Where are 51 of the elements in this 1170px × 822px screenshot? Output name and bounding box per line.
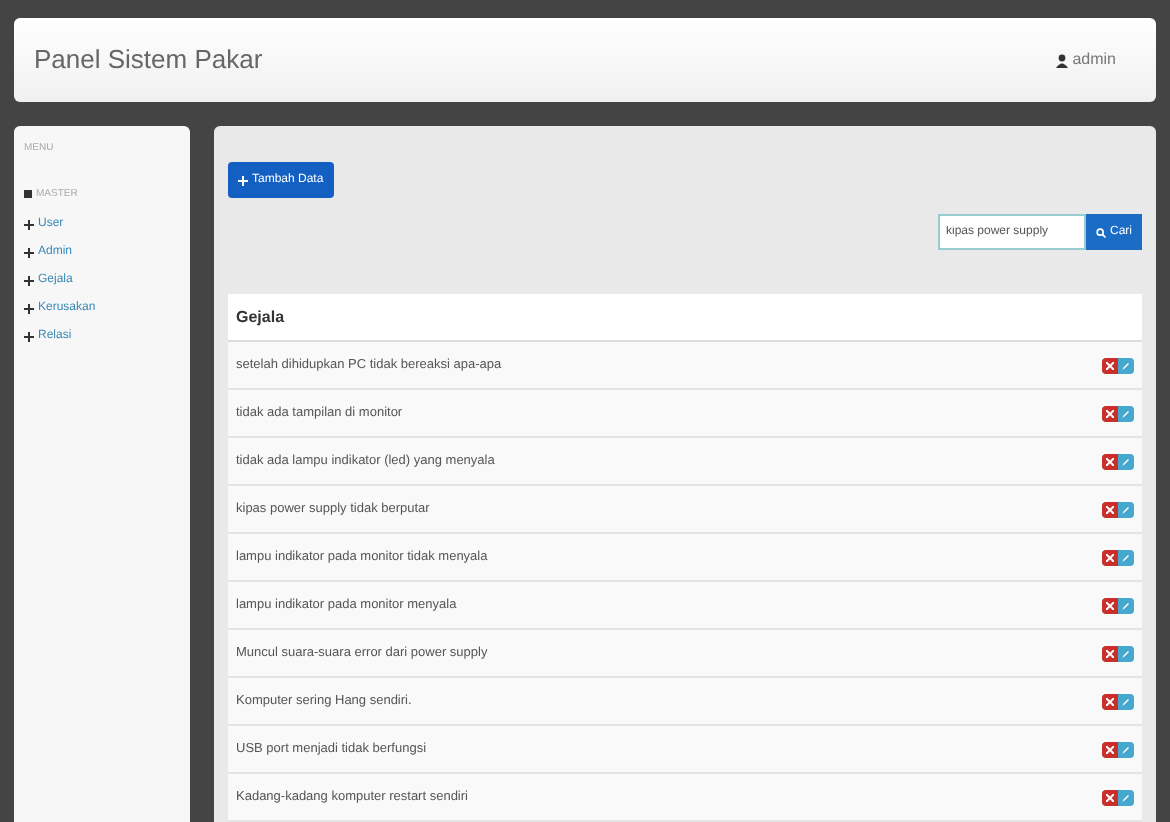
plus-icon bbox=[24, 304, 34, 314]
delete-button[interactable] bbox=[1102, 741, 1118, 757]
pencil-icon bbox=[1122, 457, 1130, 465]
plus-icon bbox=[24, 220, 34, 230]
close-icon bbox=[1106, 745, 1114, 753]
delete-button[interactable] bbox=[1102, 453, 1118, 469]
close-icon bbox=[1106, 793, 1114, 801]
plus-icon bbox=[238, 175, 248, 185]
close-icon bbox=[1106, 601, 1114, 609]
edit-button[interactable] bbox=[1118, 645, 1134, 661]
close-icon bbox=[1106, 457, 1114, 465]
edit-button[interactable] bbox=[1118, 405, 1134, 421]
pencil-icon bbox=[1122, 649, 1130, 657]
pencil-icon bbox=[1122, 409, 1130, 417]
edit-button[interactable] bbox=[1118, 549, 1134, 565]
pencil-icon bbox=[1122, 361, 1130, 369]
user-icon bbox=[1056, 53, 1069, 67]
pencil-icon bbox=[1122, 697, 1130, 705]
close-icon bbox=[1106, 409, 1114, 417]
plus-icon bbox=[24, 276, 34, 286]
plus-icon bbox=[24, 248, 34, 258]
delete-button[interactable] bbox=[1102, 597, 1118, 613]
pencil-icon bbox=[1122, 745, 1130, 753]
close-icon bbox=[1106, 697, 1114, 705]
delete-button[interactable] bbox=[1102, 789, 1118, 805]
close-icon bbox=[1106, 361, 1114, 369]
close-icon bbox=[1106, 505, 1114, 513]
edit-button[interactable] bbox=[1118, 789, 1134, 805]
delete-button[interactable] bbox=[1102, 501, 1118, 517]
close-icon bbox=[1106, 649, 1114, 657]
delete-button[interactable] bbox=[1102, 357, 1118, 373]
edit-button[interactable] bbox=[1118, 693, 1134, 709]
edit-button[interactable] bbox=[1118, 741, 1134, 757]
square-icon bbox=[24, 190, 32, 199]
delete-button[interactable] bbox=[1102, 549, 1118, 565]
delete-button[interactable] bbox=[1102, 693, 1118, 709]
search-icon bbox=[1095, 227, 1106, 237]
brand-title[interactable]: Panel Sistem Pakar bbox=[34, 40, 263, 80]
delete-button[interactable] bbox=[1102, 645, 1118, 661]
pencil-icon bbox=[1122, 553, 1130, 561]
edit-button[interactable] bbox=[1118, 501, 1134, 517]
plus-icon bbox=[24, 332, 34, 342]
edit-button[interactable] bbox=[1118, 453, 1134, 469]
edit-button[interactable] bbox=[1118, 357, 1134, 373]
pencil-icon bbox=[1122, 793, 1130, 801]
account-menu[interactable]: admin bbox=[1056, 48, 1116, 72]
pencil-icon bbox=[1122, 601, 1130, 609]
edit-button[interactable] bbox=[1118, 597, 1134, 613]
pencil-icon bbox=[1122, 505, 1130, 513]
delete-button[interactable] bbox=[1102, 405, 1118, 421]
close-icon bbox=[1106, 553, 1114, 561]
